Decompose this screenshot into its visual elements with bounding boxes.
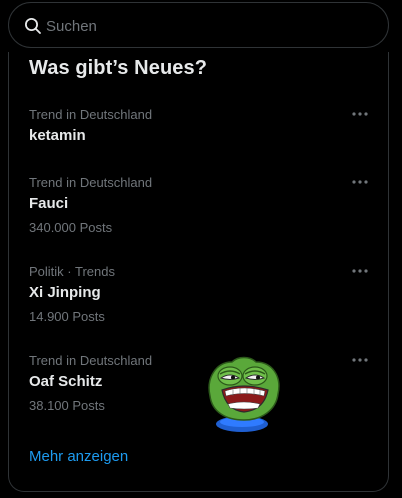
trend-item-fauci[interactable]: Trend in Deutschland Fauci 340.000 Posts	[9, 174, 388, 254]
trend-more-button[interactable]	[348, 172, 372, 192]
trend-post-count: 14.900 Posts	[29, 309, 105, 324]
more-horizontal-icon	[352, 112, 368, 116]
trend-name: Xi Jinping	[29, 284, 101, 301]
trend-more-button[interactable]	[348, 261, 372, 281]
more-horizontal-icon	[352, 358, 368, 362]
more-horizontal-icon	[352, 180, 368, 184]
trend-context: Trend in Deutschland	[29, 353, 153, 368]
trend-context: Politik · Trends	[29, 264, 115, 279]
trend-name: Oaf Schitz	[29, 373, 103, 390]
search-input[interactable]	[46, 13, 366, 39]
trend-context: Trend in Deutschland	[29, 107, 153, 122]
trend-name: ketamin	[29, 127, 86, 144]
trend-more-button[interactable]	[348, 104, 372, 124]
trends-title: Was gibt’s Neues?	[29, 57, 208, 79]
trend-post-count: 38.100 Posts	[29, 398, 105, 413]
trend-post-count: 340.000 Posts	[29, 220, 113, 235]
trends-panel: Was gibt’s Neues? Trend in Deutschland k…	[8, 52, 389, 492]
trend-context: Trend in Deutschland	[29, 175, 153, 190]
show-more-link[interactable]: Mehr anzeigen	[29, 447, 128, 467]
trend-name: Fauci	[29, 195, 69, 212]
pepe-frog-icon	[208, 356, 280, 432]
trend-more-button[interactable]	[348, 350, 372, 370]
more-horizontal-icon	[352, 269, 368, 273]
search-bar[interactable]	[8, 2, 389, 48]
trend-item-oaf-schitz[interactable]: Trend in Deutschland Oaf Schitz 38.100 P…	[9, 352, 388, 432]
search-icon	[24, 17, 42, 35]
trend-item-xi-jinping[interactable]: Politik · Trends Xi Jinping 14.900 Posts	[9, 263, 388, 343]
